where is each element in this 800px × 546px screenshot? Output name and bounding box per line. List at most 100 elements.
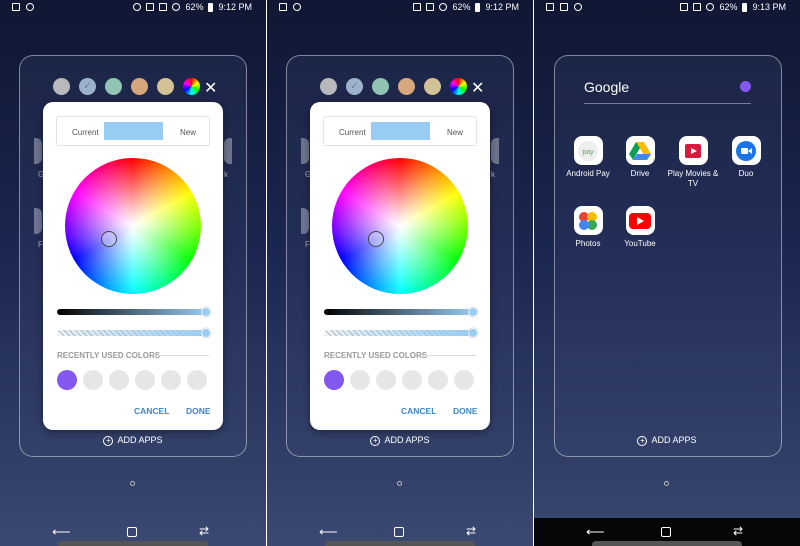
hidden-app-label: k	[491, 170, 495, 179]
color-swatch[interactable]: ✓	[346, 78, 363, 95]
brightness-slider-thumb[interactable]	[201, 307, 211, 317]
recent-color-empty	[428, 370, 448, 390]
current-color-preview	[371, 122, 430, 140]
opacity-slider[interactable]	[57, 330, 207, 336]
cancel-button[interactable]: CANCEL	[134, 406, 169, 416]
clock: 9:13 PM	[752, 2, 786, 12]
color-swatch[interactable]	[53, 78, 70, 95]
back-icon[interactable]: ⟵	[52, 524, 71, 540]
current-label: Current	[72, 128, 99, 137]
app-youtube[interactable]: YouTube	[610, 206, 670, 249]
color-swatch[interactable]	[424, 78, 441, 95]
bluetooth-icon	[680, 3, 689, 11]
wifi-icon	[439, 3, 448, 11]
cancel-button[interactable]: CANCEL	[401, 406, 436, 416]
wifi-icon	[172, 3, 181, 11]
brightness-slider-thumb[interactable]	[468, 307, 478, 317]
color-swatch[interactable]	[398, 78, 415, 95]
app-duo[interactable]: Duo	[716, 136, 776, 179]
home-button[interactable]	[394, 527, 404, 537]
add-apps-button[interactable]: + ADD APPS	[267, 435, 533, 446]
cloud-icon	[26, 3, 34, 11]
recent-color-swatch[interactable]	[57, 370, 77, 390]
recent-colors	[57, 370, 207, 390]
divider	[153, 355, 209, 356]
brightness-slider[interactable]	[57, 309, 207, 315]
home-button[interactable]	[127, 527, 137, 537]
back-icon[interactable]: ⟵	[319, 524, 338, 540]
folder-title[interactable]: Google	[584, 79, 629, 95]
hidden-app-icon	[301, 208, 309, 234]
location-icon	[133, 3, 142, 11]
cloud-icon	[574, 3, 582, 11]
recent-color-empty	[109, 370, 129, 390]
close-icon[interactable]: ✕	[204, 78, 217, 98]
color-wheel-cursor[interactable]	[368, 231, 384, 247]
color-swatch[interactable]	[372, 78, 389, 95]
app-android-pay[interactable]: pay Android Pay	[558, 136, 618, 179]
hidden-app-label: k	[224, 170, 228, 179]
recent-apps-icon[interactable]: ⇄	[466, 524, 476, 538]
app-label: Duo	[738, 169, 754, 178]
play-movies-icon	[678, 136, 708, 165]
color-picker-dialog: Current New RECENTLY USED COLORS CANCEL …	[43, 102, 223, 430]
page-indicator	[130, 481, 135, 486]
recent-color-empty	[454, 370, 474, 390]
app-play-movies[interactable]: Play Movies & TV	[663, 136, 723, 189]
recent-color-empty	[161, 370, 181, 390]
color-wheel[interactable]	[65, 158, 201, 294]
new-label: New	[446, 128, 463, 137]
app-photos[interactable]: Photos	[558, 206, 618, 249]
add-apps-label: ADD APPS	[117, 435, 163, 445]
done-button[interactable]: DONE	[186, 406, 211, 416]
app-drive[interactable]: Drive	[610, 136, 670, 179]
done-button[interactable]: DONE	[453, 406, 478, 416]
recent-color-swatch[interactable]	[324, 370, 344, 390]
app-label: YouTube	[624, 239, 656, 248]
recent-apps-icon[interactable]: ⇄	[199, 524, 209, 538]
recent-color-empty	[83, 370, 103, 390]
notification-icon	[560, 3, 568, 11]
custom-color-swatch[interactable]	[450, 78, 467, 95]
checkmark-icon: ✓	[83, 81, 92, 92]
battery-icon	[475, 2, 481, 12]
folder-color-dot[interactable]	[740, 81, 751, 92]
color-swatch[interactable]	[157, 78, 174, 95]
status-bar: 62% 9:12 PM	[267, 0, 533, 16]
color-wheel[interactable]	[332, 158, 468, 294]
opacity-slider-thumb[interactable]	[468, 328, 478, 338]
hidden-app-icon	[301, 138, 309, 164]
add-apps-button[interactable]: + ADD APPS	[534, 435, 800, 446]
color-swatch[interactable]	[131, 78, 148, 95]
color-swatch[interactable]	[320, 78, 337, 95]
folder-title-underline	[584, 103, 751, 104]
recent-color-empty	[376, 370, 396, 390]
add-apps-button[interactable]: + ADD APPS	[0, 435, 266, 446]
screen-3: 62% 9:13 PM Google pay Android Pay Drive…	[534, 0, 800, 546]
recent-color-empty	[187, 370, 207, 390]
photos-icon	[573, 206, 603, 235]
recently-used-label: RECENTLY USED COLORS	[324, 351, 428, 360]
duo-icon	[731, 136, 761, 165]
back-icon[interactable]: ⟵	[586, 524, 605, 540]
opacity-slider-thumb[interactable]	[201, 328, 211, 338]
recent-color-empty	[402, 370, 422, 390]
color-swatch[interactable]: ✓	[79, 78, 96, 95]
page-indicator	[397, 481, 402, 486]
home-button[interactable]	[661, 527, 671, 537]
color-wheel-cursor[interactable]	[101, 231, 117, 247]
brightness-slider[interactable]	[324, 309, 474, 315]
hidden-app-icon	[491, 138, 499, 164]
current-color-preview	[104, 122, 163, 140]
app-label: Android Pay	[566, 169, 610, 178]
mute-icon	[693, 3, 702, 11]
recent-apps-icon[interactable]: ⇄	[733, 524, 743, 538]
add-apps-label: ADD APPS	[384, 435, 430, 445]
battery-icon	[208, 2, 214, 12]
close-icon[interactable]: ✕	[471, 78, 484, 98]
app-label: Play Movies & TV	[667, 169, 719, 188]
color-swatch[interactable]	[105, 78, 122, 95]
custom-color-swatch[interactable]	[183, 78, 200, 95]
svg-text:pay: pay	[582, 149, 594, 156]
opacity-slider[interactable]	[324, 330, 474, 336]
